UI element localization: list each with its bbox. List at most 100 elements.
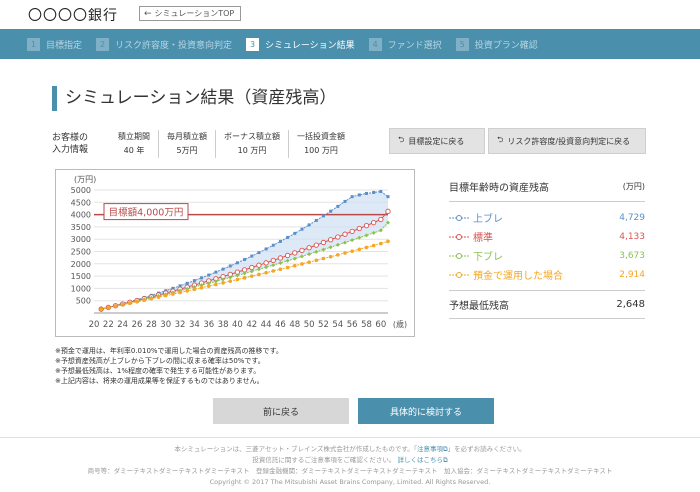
- x-tick-label: 22: [103, 320, 114, 330]
- asset-chart-svg: 500 1000 1500 2000 2500 3000 3500 4000 4500 5000 (…: [71, 175, 407, 330]
- legend-row: 上ブレ 4,729: [449, 208, 645, 227]
- data-point: [385, 208, 391, 214]
- info-lump-sum: 一括投資金額 100 万円: [297, 132, 345, 155]
- data-point: [228, 264, 232, 268]
- data-point: [128, 301, 132, 306]
- step-progress-bar: 1 目標指定 2 リスク許容度・投資意向判定 3 シミュレーション結果 4 ファンド選択 5 投資…: [0, 29, 700, 59]
- data-point: [249, 264, 255, 271]
- step-number: 1: [27, 37, 40, 51]
- data-point: [228, 279, 233, 283]
- legend-marker-icon: [449, 214, 469, 221]
- legend-marker-icon: [449, 271, 469, 278]
- data-point: [263, 260, 269, 266]
- data-point: [313, 242, 319, 248]
- data-point: [306, 245, 312, 251]
- y-unit-label: (万円): [74, 175, 96, 184]
- legend-row: 預金で運用した場合 2,914: [449, 265, 645, 284]
- data-point: [106, 305, 111, 310]
- x-tick-label: 26: [132, 320, 143, 330]
- x-tick-label: 30: [160, 320, 171, 330]
- data-point: [185, 289, 190, 293]
- legend-name: 預金で運用した場合: [473, 271, 563, 282]
- data-point: [371, 219, 377, 226]
- x-tick-label: 36: [203, 320, 214, 330]
- data-point: [257, 272, 261, 277]
- y-tick-label: 2000: [71, 260, 91, 269]
- bank-name: 〇〇〇〇銀行: [28, 8, 118, 24]
- legend-name: 標準: [473, 233, 493, 244]
- data-point: [307, 260, 311, 264]
- legend-marker-icon: [449, 233, 469, 240]
- data-point: [256, 262, 262, 268]
- copyright: Copyright © 2017 The Mitsubishi Asset Br…: [209, 478, 491, 486]
- data-point: [214, 270, 218, 274]
- data-point: [320, 239, 327, 246]
- x-tick-label: 50: [304, 320, 315, 330]
- back-to-risk-button[interactable]: ⮌ リスク許容度/投資意向判定に戻る: [488, 128, 646, 154]
- data-point: [99, 307, 103, 311]
- data-point: [284, 252, 291, 259]
- data-point: [328, 254, 333, 259]
- return-icon: ⮌: [497, 135, 504, 144]
- data-point: [386, 195, 390, 199]
- data-point: [221, 267, 225, 271]
- data-point: [349, 228, 355, 235]
- data-point: [329, 209, 333, 213]
- y-tick-label: 1000: [71, 284, 91, 293]
- data-point: [285, 265, 290, 270]
- y-tick-label: 3000: [71, 235, 91, 244]
- details-link[interactable]: 詳しくはこちら: [397, 456, 443, 464]
- data-point: [321, 256, 326, 261]
- data-point: [178, 290, 182, 295]
- page-title: シミュレーション結果（資産残高）: [52, 86, 336, 111]
- data-point: [149, 296, 154, 301]
- step-label: リスク許容度・投資意向判定: [115, 40, 233, 51]
- footer-line-2: 投資信託に関するご注意事項をご確認ください。 詳しくはこちら⧉: [252, 456, 448, 464]
- step-number: 5: [455, 37, 469, 51]
- data-point: [120, 302, 125, 307]
- y-tick-label: 4500: [71, 198, 91, 207]
- step-2: 2 リスク許容度・投資意向判定: [96, 37, 233, 51]
- x-tick-label: 42: [246, 320, 257, 330]
- simulation-top-link[interactable]: ← シミュレーションTOP: [139, 6, 242, 21]
- min-balance-label: 予想最低残高: [449, 301, 509, 312]
- data-point: [163, 293, 168, 298]
- data-point: [221, 281, 225, 285]
- data-point: [142, 298, 146, 303]
- data-point: [292, 263, 297, 268]
- data-point: [250, 254, 254, 258]
- arrow-left-icon: ←: [144, 8, 152, 19]
- prev-button[interactable]: 前に戻る: [213, 398, 349, 424]
- back-to-goal-button[interactable]: ⮌ 目標設定に戻る: [389, 128, 485, 154]
- legend-value: 4,729: [619, 212, 645, 223]
- data-point: [314, 258, 319, 263]
- note-item: ※上記内容は、将来の運用成果等を保証するものではありません。: [55, 377, 264, 385]
- target-age-panel: 目標年齢時の資産残高 (万円) 上ブレ 4,729 標準 4,133 下ブレ 3,673 預…: [449, 172, 645, 319]
- data-point: [300, 262, 304, 266]
- data-point: [336, 204, 340, 208]
- step-3: 3 シミュレーション結果: [246, 37, 355, 51]
- data-point: [135, 299, 139, 304]
- step-label: シミュレーション結果: [265, 40, 355, 51]
- data-point: [363, 222, 370, 229]
- x-tick-label: 48: [289, 320, 300, 330]
- data-point: [264, 247, 268, 251]
- data-point: [199, 285, 204, 290]
- legend-name: 下ブレ: [473, 252, 503, 263]
- data-point: [249, 274, 254, 278]
- x-tick-label: 40: [232, 320, 243, 330]
- step-label: ファンド選択: [387, 40, 442, 51]
- data-point: [336, 253, 340, 257]
- y-tick-label: 3500: [71, 223, 91, 232]
- y-tick-label: 1500: [71, 272, 91, 281]
- step-label: 投資プラン確認: [474, 40, 538, 51]
- x-tick-label: 20: [89, 320, 100, 330]
- caution-link[interactable]: 注意事項: [417, 445, 443, 453]
- legend-name: 上ブレ: [473, 214, 503, 225]
- step-number: 2: [96, 37, 110, 51]
- x-tick-label: 58: [361, 320, 372, 330]
- next-button[interactable]: 具体的に検討する: [358, 398, 494, 424]
- external-link-icon: ⧉: [442, 456, 448, 464]
- x-tick-label: 46: [275, 320, 286, 330]
- data-point: [300, 227, 304, 231]
